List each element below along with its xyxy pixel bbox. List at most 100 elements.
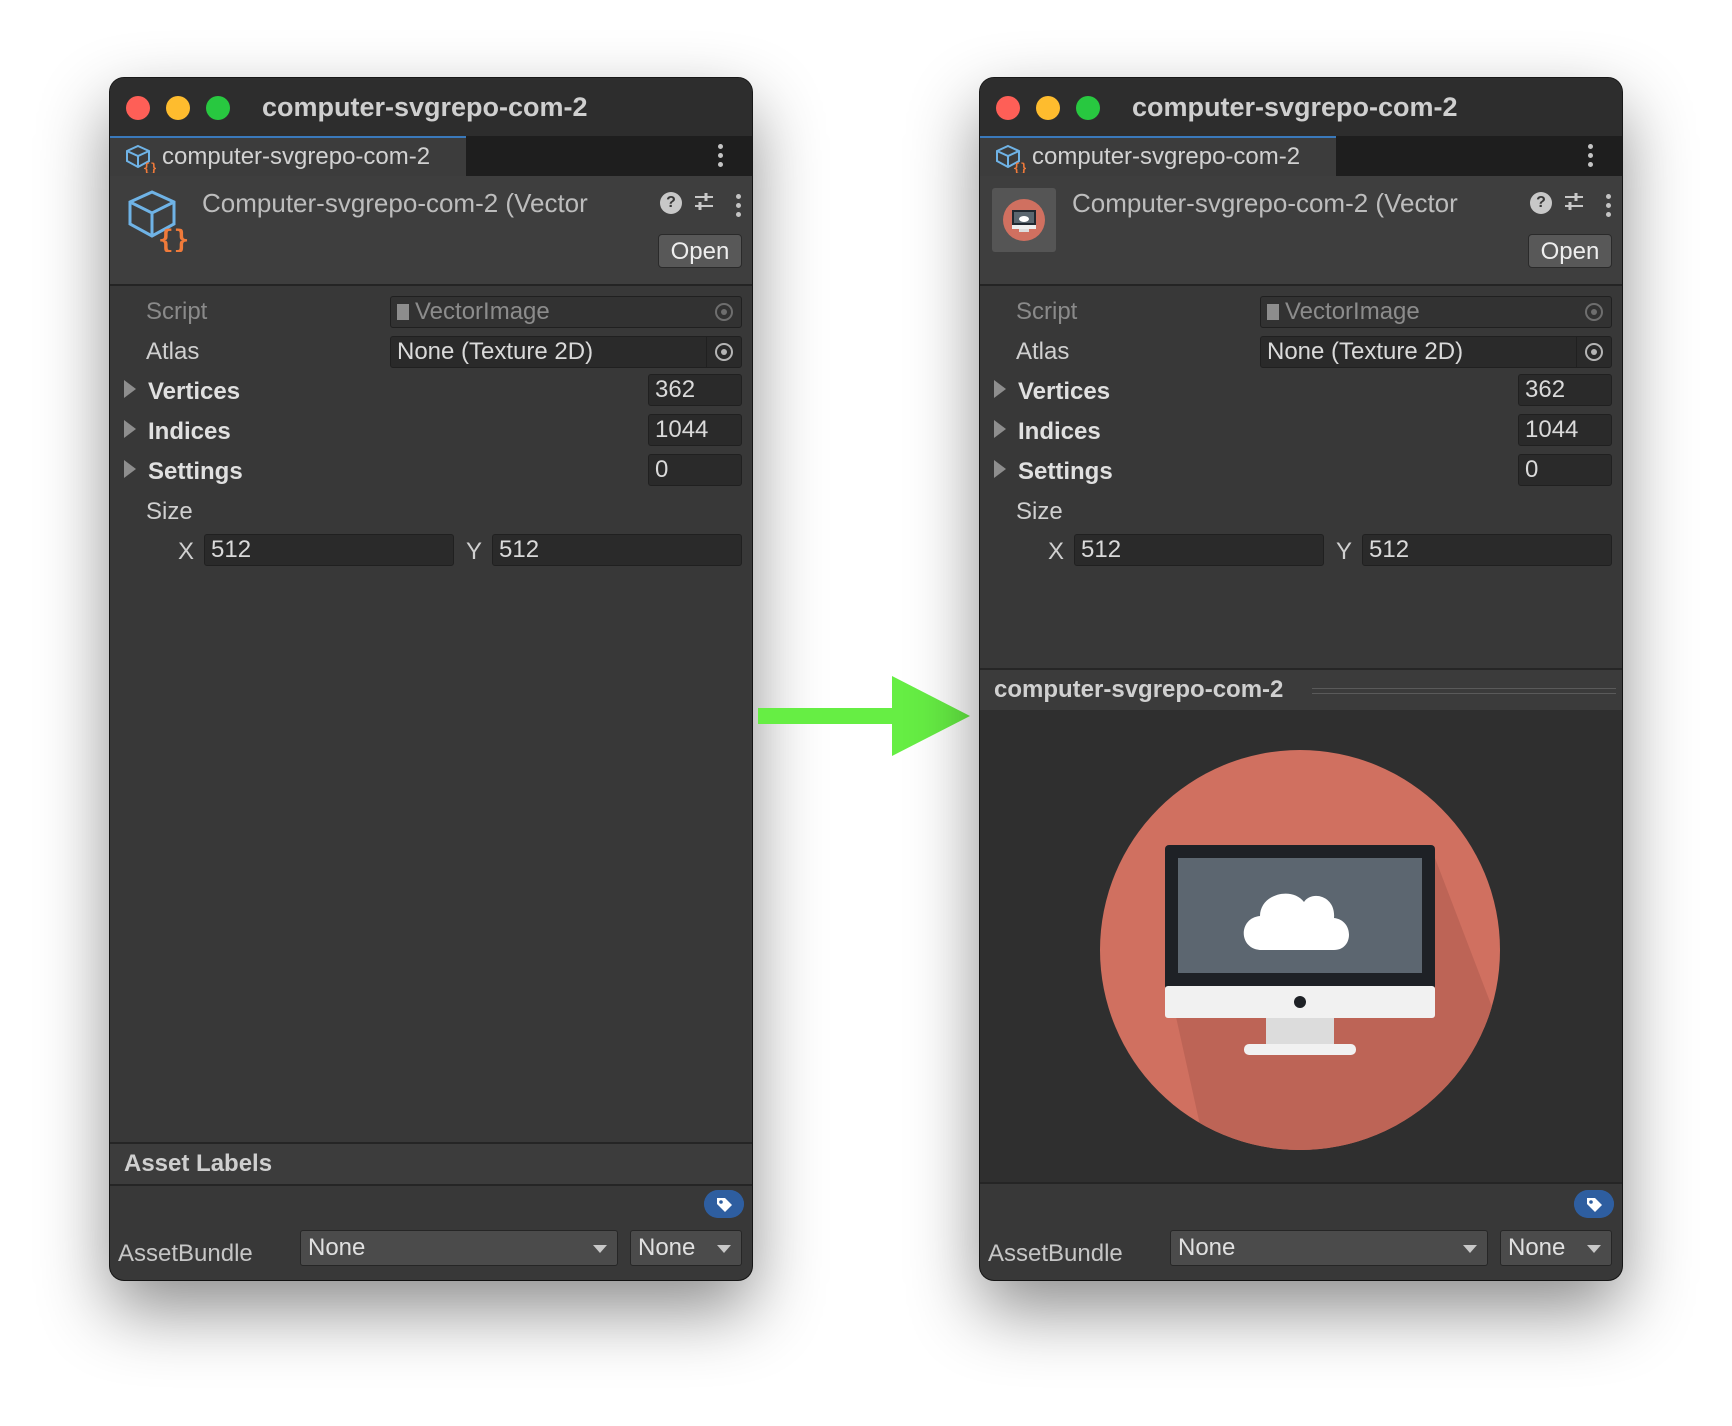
size-x-field[interactable]: 512 bbox=[204, 534, 454, 566]
settings-label[interactable]: Settings bbox=[148, 458, 243, 486]
computer-cloud-icon bbox=[1003, 199, 1045, 241]
settings-count-field[interactable]: 0 bbox=[1518, 454, 1612, 486]
settings-count-field[interactable]: 0 bbox=[648, 454, 742, 486]
header-kebab-icon[interactable] bbox=[1604, 194, 1612, 221]
atlas-label: Atlas bbox=[1016, 338, 1070, 365]
picker-divider bbox=[706, 337, 707, 367]
assetbundle-label: AssetBundle bbox=[118, 1240, 253, 1267]
indices-label[interactable]: Indices bbox=[148, 418, 231, 446]
tab-bar: {} computer-svgrepo-com-2 bbox=[110, 136, 752, 176]
assetbundle-label: AssetBundle bbox=[988, 1240, 1123, 1267]
vector-asset-icon: {} bbox=[996, 144, 1026, 173]
preview-area bbox=[980, 710, 1622, 1184]
tag-icon[interactable] bbox=[1574, 1190, 1614, 1218]
zoom-window-button[interactable] bbox=[1076, 96, 1100, 120]
tab-menu-kebab-icon[interactable] bbox=[716, 144, 724, 171]
close-window-button[interactable] bbox=[996, 96, 1020, 120]
help-icon[interactable]: ? bbox=[1530, 192, 1552, 214]
close-window-button[interactable] bbox=[126, 96, 150, 120]
inspector-header: Computer-svgrepo-com-2 (Vector ? Open bbox=[980, 176, 1622, 286]
tab-label: computer-svgrepo-com-2 bbox=[1032, 143, 1301, 170]
foldout-arrow-icon[interactable] bbox=[994, 420, 1006, 438]
size-y-field[interactable]: 512 bbox=[1362, 534, 1612, 566]
picker-divider bbox=[1576, 337, 1577, 367]
tag-icon[interactable] bbox=[704, 1190, 744, 1218]
vertices-label[interactable]: Vertices bbox=[1018, 378, 1110, 406]
vertices-label[interactable]: Vertices bbox=[148, 378, 240, 406]
preview-drag-handle[interactable] bbox=[1312, 688, 1616, 694]
tab-menu-kebab-icon[interactable] bbox=[1586, 144, 1594, 171]
object-picker-icon bbox=[1585, 303, 1603, 321]
assetbundle-variant-dropdown[interactable]: None bbox=[1500, 1230, 1612, 1266]
atlas-value: None (Texture 2D) bbox=[1267, 338, 1464, 365]
foldout-arrow-icon[interactable] bbox=[124, 380, 136, 398]
script-label: Script bbox=[146, 298, 208, 325]
script-field: VectorImage bbox=[390, 296, 742, 328]
atlas-field[interactable]: None (Texture 2D) bbox=[390, 336, 742, 368]
open-button[interactable]: Open bbox=[1528, 234, 1612, 268]
foldout-arrow-icon[interactable] bbox=[124, 460, 136, 478]
object-picker-icon bbox=[715, 303, 733, 321]
title-bar[interactable]: computer-svgrepo-com-2 bbox=[980, 78, 1622, 136]
window-title: computer-svgrepo-com-2 bbox=[1132, 92, 1458, 122]
assetbundle-variant-value: None bbox=[638, 1234, 696, 1261]
foldout-arrow-icon[interactable] bbox=[994, 460, 1006, 478]
script-field: VectorImage bbox=[1260, 296, 1612, 328]
sliders-icon[interactable] bbox=[1562, 190, 1586, 214]
window-title: computer-svgrepo-com-2 bbox=[262, 92, 588, 122]
svg-text:{}: {} bbox=[1013, 161, 1026, 173]
atlas-field[interactable]: None (Texture 2D) bbox=[1260, 336, 1612, 368]
indices-count-field[interactable]: 1044 bbox=[1518, 414, 1612, 446]
asset-labels-bar: Asset Labels bbox=[110, 1142, 752, 1186]
size-x-label: X bbox=[178, 538, 195, 565]
size-x-field[interactable]: 512 bbox=[1074, 534, 1324, 566]
foldout-arrow-icon[interactable] bbox=[124, 420, 136, 438]
size-y-field[interactable]: 512 bbox=[492, 534, 742, 566]
assetbundle-value: None bbox=[1178, 1234, 1236, 1261]
asset-thumbnail bbox=[992, 188, 1056, 252]
assetbundle-dropdown[interactable]: None bbox=[1170, 1230, 1488, 1266]
dropdown-arrow-icon bbox=[1587, 1245, 1601, 1253]
script-file-icon bbox=[397, 304, 409, 320]
minimize-window-button[interactable] bbox=[1036, 96, 1060, 120]
open-button[interactable]: Open bbox=[658, 234, 742, 268]
right-arrow-icon bbox=[758, 676, 970, 756]
minimize-window-button[interactable] bbox=[166, 96, 190, 120]
help-icon[interactable]: ? bbox=[660, 192, 682, 214]
dropdown-arrow-icon bbox=[717, 1245, 731, 1253]
inspector-window-after: computer-svgrepo-com-2 {} computer-svgre… bbox=[980, 78, 1622, 1280]
object-picker-icon[interactable] bbox=[1585, 343, 1603, 361]
preview-header[interactable]: computer-svgrepo-com-2 bbox=[980, 668, 1622, 712]
indices-label[interactable]: Indices bbox=[1018, 418, 1101, 446]
vector-asset-icon: {} bbox=[128, 190, 188, 252]
size-label: Size bbox=[1016, 498, 1063, 525]
asset-labels-title: Asset Labels bbox=[124, 1150, 273, 1177]
settings-label[interactable]: Settings bbox=[1018, 458, 1113, 486]
svg-text:{}: {} bbox=[158, 225, 188, 252]
computer-cloud-icon bbox=[1100, 750, 1500, 1150]
assetbundle-variant-dropdown[interactable]: None bbox=[630, 1230, 742, 1266]
assetbundle-variant-value: None bbox=[1508, 1234, 1566, 1261]
vector-asset-icon: {} bbox=[126, 144, 156, 173]
svg-text:{}: {} bbox=[143, 161, 156, 173]
script-file-icon bbox=[1267, 304, 1279, 320]
foldout-arrow-icon[interactable] bbox=[994, 380, 1006, 398]
sliders-icon[interactable] bbox=[692, 190, 716, 214]
tab-inspector[interactable]: {} computer-svgrepo-com-2 bbox=[110, 136, 466, 176]
indices-count-field[interactable]: 1044 bbox=[648, 414, 742, 446]
script-value: VectorImage bbox=[415, 298, 550, 325]
atlas-value: None (Texture 2D) bbox=[397, 338, 594, 365]
vertices-count-field[interactable]: 362 bbox=[1518, 374, 1612, 406]
inspector-header: {} Computer-svgrepo-com-2 (Vector ? Open bbox=[110, 176, 752, 286]
header-kebab-icon[interactable] bbox=[734, 194, 742, 221]
assetbundle-value: None bbox=[308, 1234, 366, 1261]
atlas-label: Atlas bbox=[146, 338, 200, 365]
asset-title: Computer-svgrepo-com-2 (Vector bbox=[202, 188, 588, 218]
assetbundle-dropdown[interactable]: None bbox=[300, 1230, 618, 1266]
vertices-count-field[interactable]: 362 bbox=[648, 374, 742, 406]
tab-inspector[interactable]: {} computer-svgrepo-com-2 bbox=[980, 136, 1336, 176]
object-picker-icon[interactable] bbox=[715, 343, 733, 361]
zoom-window-button[interactable] bbox=[206, 96, 230, 120]
tab-label: computer-svgrepo-com-2 bbox=[162, 143, 431, 170]
title-bar[interactable]: computer-svgrepo-com-2 bbox=[110, 78, 752, 136]
